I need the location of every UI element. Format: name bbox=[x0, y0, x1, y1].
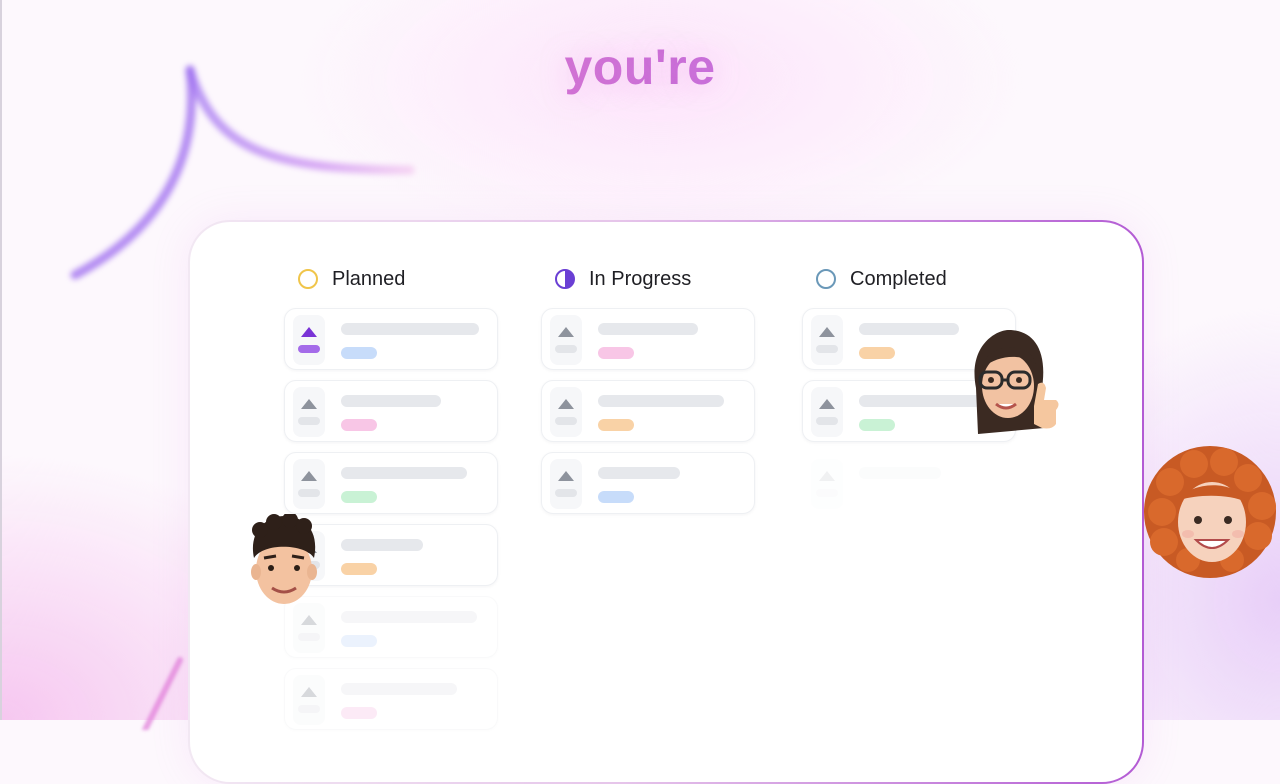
vote-count bbox=[555, 417, 577, 425]
hero-headline: you're bbox=[0, 38, 1280, 96]
upvote-button[interactable] bbox=[293, 387, 325, 437]
upvote-arrow-icon bbox=[819, 471, 835, 481]
column-header-planned[interactable]: Planned bbox=[284, 262, 504, 296]
roadmap-card[interactable] bbox=[802, 452, 1016, 514]
vote-count bbox=[298, 417, 320, 425]
card-tag bbox=[341, 707, 377, 719]
roadmap-card[interactable] bbox=[284, 380, 498, 442]
vote-count bbox=[816, 345, 838, 353]
column-title: Completed bbox=[850, 267, 947, 290]
vote-count bbox=[555, 489, 577, 497]
memoji-girl-avatar bbox=[1140, 442, 1280, 582]
column-in-progress: In Progress bbox=[541, 262, 761, 524]
column-planned: Planned bbox=[284, 262, 504, 740]
card-title-placeholder bbox=[598, 395, 724, 407]
card-title-placeholder bbox=[341, 683, 457, 695]
roadmap-card[interactable] bbox=[541, 380, 755, 442]
card-tag bbox=[341, 563, 377, 575]
card-tag bbox=[859, 347, 895, 359]
card-tag bbox=[859, 419, 895, 431]
upvote-arrow-icon bbox=[558, 327, 574, 337]
roadmap-card[interactable] bbox=[541, 308, 755, 370]
card-title-placeholder bbox=[598, 467, 680, 479]
card-tag bbox=[341, 635, 377, 647]
upvote-button[interactable] bbox=[293, 315, 325, 365]
card-tag bbox=[341, 491, 377, 503]
upvote-arrow-icon bbox=[558, 399, 574, 409]
memoji-man-avatar bbox=[246, 514, 322, 608]
memoji-woman-avatar bbox=[964, 328, 1064, 440]
vote-count bbox=[298, 633, 320, 641]
half-circle-icon bbox=[555, 269, 575, 289]
vote-count bbox=[816, 489, 838, 497]
card-title-placeholder bbox=[341, 611, 477, 623]
upvote-arrow-icon bbox=[819, 399, 835, 409]
upvote-button[interactable] bbox=[811, 459, 843, 509]
card-title-placeholder bbox=[859, 323, 959, 335]
vote-count bbox=[298, 705, 320, 713]
empty-circle-icon bbox=[298, 269, 318, 289]
card-title-placeholder bbox=[341, 323, 479, 335]
upvote-arrow-icon bbox=[301, 327, 317, 337]
outline-circle-icon bbox=[816, 269, 836, 289]
column-header-completed[interactable]: Completed bbox=[802, 262, 1022, 296]
upvote-arrow-icon bbox=[301, 615, 317, 625]
card-tag bbox=[598, 419, 634, 431]
card-title-placeholder bbox=[598, 323, 698, 335]
column-title: In Progress bbox=[589, 267, 692, 290]
roadmap-card[interactable] bbox=[541, 452, 755, 514]
card-title-placeholder bbox=[341, 395, 441, 407]
column-title: Planned bbox=[332, 267, 406, 290]
card-title-placeholder bbox=[341, 467, 467, 479]
upvote-button[interactable] bbox=[811, 315, 843, 365]
column-header-in-progress[interactable]: In Progress bbox=[541, 262, 761, 296]
card-title-placeholder bbox=[341, 539, 423, 551]
card-tag bbox=[598, 347, 634, 359]
upvote-arrow-icon bbox=[301, 687, 317, 697]
upvote-button[interactable] bbox=[293, 459, 325, 509]
upvote-button[interactable] bbox=[811, 387, 843, 437]
card-tag bbox=[341, 419, 377, 431]
upvote-button[interactable] bbox=[550, 315, 582, 365]
upvote-button[interactable] bbox=[550, 459, 582, 509]
roadmap-card[interactable] bbox=[284, 452, 498, 514]
vote-count bbox=[816, 417, 838, 425]
vote-count bbox=[555, 345, 577, 353]
card-tag bbox=[341, 347, 377, 359]
vote-count bbox=[298, 345, 320, 353]
card-title-placeholder bbox=[859, 467, 941, 479]
card-tag bbox=[598, 491, 634, 503]
upvote-arrow-icon bbox=[558, 471, 574, 481]
upvote-button[interactable] bbox=[293, 603, 325, 653]
roadmap-card[interactable] bbox=[284, 668, 498, 730]
upvote-arrow-icon bbox=[301, 471, 317, 481]
window-edge bbox=[0, 0, 2, 720]
vote-count bbox=[298, 489, 320, 497]
upvote-arrow-icon bbox=[819, 327, 835, 337]
upvote-button[interactable] bbox=[550, 387, 582, 437]
upvote-arrow-icon bbox=[301, 399, 317, 409]
upvote-button[interactable] bbox=[293, 675, 325, 725]
roadmap-card[interactable] bbox=[284, 308, 498, 370]
